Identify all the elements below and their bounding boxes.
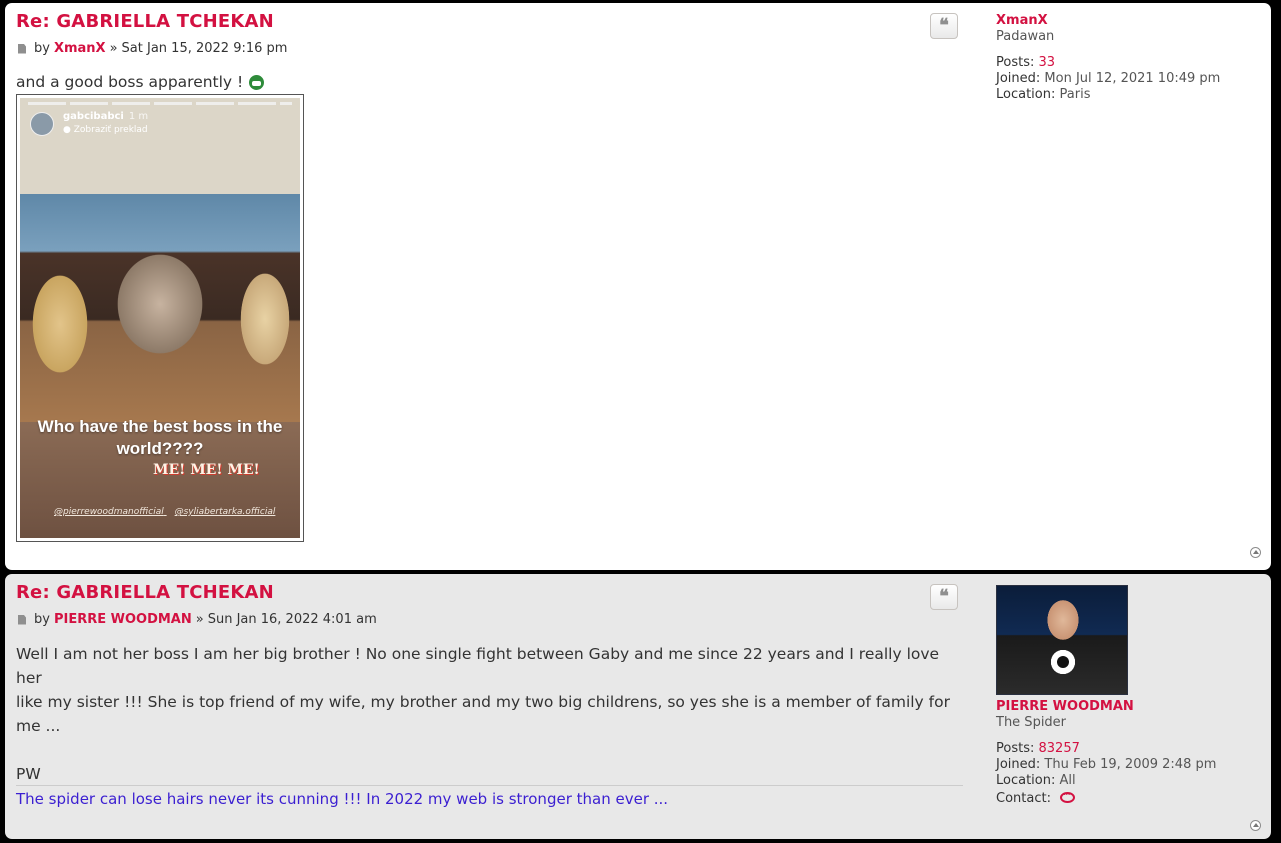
story-translate-text: Zobraziť preklad <box>73 125 148 135</box>
profile-joined-label: Joined: <box>996 71 1041 86</box>
story-screenshot: gabcibabci 1 m ● Zobraziť preklad Who hav… <box>20 98 300 538</box>
profile-location-label: Location: <box>996 773 1056 788</box>
profile-username[interactable]: XmanX <box>996 13 1220 29</box>
post-body-text: and a good boss apparently ! <box>16 73 244 91</box>
story-username-text: gabcibabci <box>63 111 124 122</box>
by-label: by <box>34 612 50 627</box>
profile-location: Location: Paris <box>996 87 1220 103</box>
post-title[interactable]: Re: GABRIELLA TCHEKAN <box>16 582 274 603</box>
smiley-icon <box>249 74 265 90</box>
profile-location: Location: All <box>996 773 1216 789</box>
profile-location-label: Location: <box>996 87 1056 102</box>
post-body-line: me ... <box>16 717 61 735</box>
profile-posts: Posts: 83257 <box>996 741 1216 757</box>
quote-button[interactable]: ❝ <box>930 13 958 39</box>
profile-rank: The Spider <box>996 715 1067 730</box>
story-tag: @pierrewoodmanofficial <box>54 507 164 517</box>
date-separator: » <box>195 612 204 627</box>
post-profile: XmanX Padawan Posts: 33 Joined: Mon Jul … <box>996 13 1220 103</box>
by-label: by <box>34 41 50 56</box>
post-title[interactable]: Re: GABRIELLA TCHEKAN <box>16 11 274 32</box>
profile-posts: Posts: 33 <box>996 55 1220 71</box>
profile-username[interactable]: PIERRE WOODMAN <box>996 699 1216 715</box>
story-caption-2: ME! ME! ME! <box>153 462 260 478</box>
profile-joined: Joined: Thu Feb 19, 2009 2:48 pm <box>996 757 1216 773</box>
quote-icon: ❝ <box>939 15 949 36</box>
spider-icon <box>1057 656 1069 668</box>
profile-joined-label: Joined: <box>996 757 1041 772</box>
post-body-line: PW <box>16 765 41 783</box>
attached-image[interactable]: gabcibabci 1 m ● Zobraziť preklad Who hav… <box>16 94 304 542</box>
story-photo <box>20 194 300 422</box>
quote-icon: ❝ <box>939 586 949 607</box>
profile-joined: Joined: Mon Jul 12, 2021 10:49 pm <box>996 71 1220 87</box>
post-author-link[interactable]: PIERRE WOODMAN <box>54 612 192 627</box>
profile-rank: Padawan <box>996 29 1055 44</box>
post-1: Re: GABRIELLA TCHEKAN by XmanX » Sat Jan… <box>5 3 1271 570</box>
profile-posts-label: Posts: <box>996 741 1035 756</box>
post-body-line: like my sister !!! She is top friend of … <box>16 693 950 711</box>
profile-contact-label: Contact: <box>996 791 1051 806</box>
date-separator: » <box>109 41 118 56</box>
profile-posts-count[interactable]: 33 <box>1039 55 1056 70</box>
profile-location-value: Paris <box>1059 87 1091 102</box>
story-caption: Who have the best boss in the world???? <box>37 417 283 458</box>
translate-icon: ● <box>63 125 71 135</box>
post-date: Sat Jan 15, 2022 9:16 pm <box>121 41 288 56</box>
post-meta: by XmanX » Sat Jan 15, 2022 9:16 pm <box>16 41 287 56</box>
post-author-link[interactable]: XmanX <box>54 41 106 56</box>
story-translate: ● Zobraziť preklad <box>63 125 148 135</box>
post-signature: The spider can lose hairs never its cunn… <box>16 790 669 808</box>
story-tag: @syliabertarka.official <box>174 507 276 517</box>
profile-joined-date: Mon Jul 12, 2021 10:49 pm <box>1044 71 1221 86</box>
profile-location-value: All <box>1059 773 1076 788</box>
post-content: Well I am not her boss I am her big brot… <box>16 642 966 786</box>
profile-joined-date: Thu Feb 19, 2009 2:48 pm <box>1044 757 1217 772</box>
story-username: gabcibabci 1 m <box>63 111 148 122</box>
post-meta: by PIERRE WOODMAN » Sun Jan 16, 2022 4:0… <box>16 612 377 627</box>
profile-posts-count[interactable]: 83257 <box>1039 741 1080 756</box>
back-to-top-icon[interactable] <box>1250 547 1261 558</box>
signature-divider <box>16 785 963 786</box>
quote-button[interactable]: ❝ <box>930 584 958 610</box>
avatar[interactable] <box>996 585 1128 695</box>
back-to-top-icon[interactable] <box>1250 820 1261 831</box>
story-progress-bar <box>28 102 292 105</box>
post-icon[interactable] <box>18 43 26 54</box>
post-date: Sun Jan 16, 2022 4:01 am <box>207 612 377 627</box>
profile-posts-label: Posts: <box>996 55 1035 70</box>
post-body-line: Well I am not her boss I am her big brot… <box>16 645 940 687</box>
post-content: and a good boss apparently ! <box>16 70 265 94</box>
story-tags: @pierrewoodmanofficial @syliabertarka.of… <box>54 507 275 517</box>
post-2: Re: GABRIELLA TCHEKAN by PIERRE WOODMAN … <box>5 574 1271 839</box>
contact-icon[interactable] <box>1060 788 1076 804</box>
post-profile: PIERRE WOODMAN The Spider Posts: 83257 J… <box>996 585 1216 807</box>
story-avatar <box>30 112 54 136</box>
post-icon[interactable] <box>18 614 26 625</box>
story-time: 1 m <box>128 111 149 122</box>
profile-contact: Contact: <box>996 788 1216 807</box>
